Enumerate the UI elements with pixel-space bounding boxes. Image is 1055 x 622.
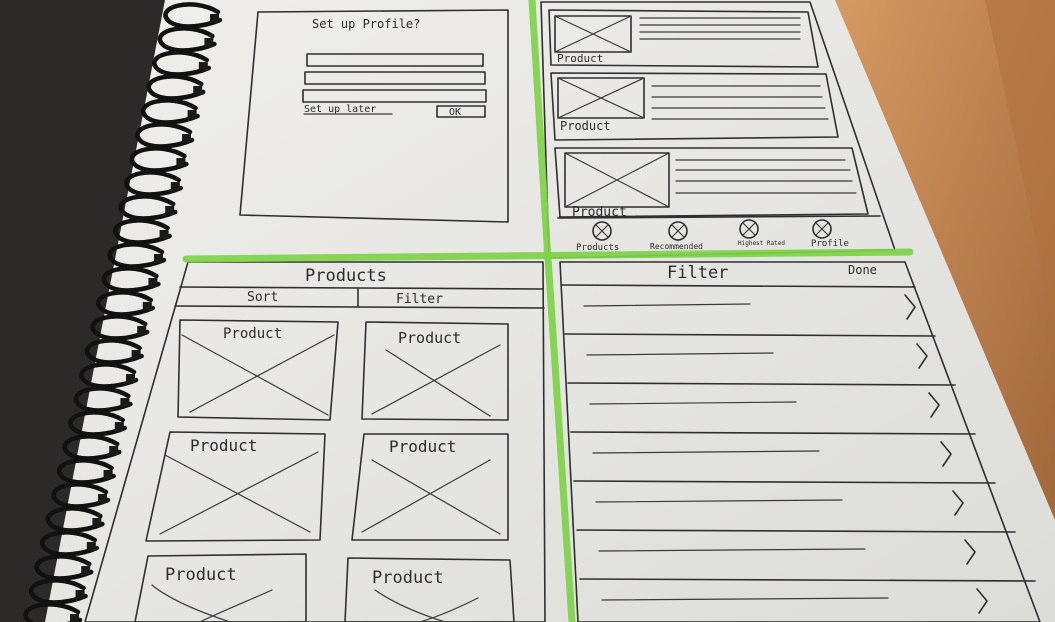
spiral-hole [81,566,91,575]
sort-button[interactable]: Sort [247,290,278,305]
grid-filter-button[interactable]: Filter [396,292,443,307]
product-card-2-label: Product [560,119,611,133]
spiral-hole [170,182,180,191]
tab-recommended-label: Recommended [650,242,703,251]
spiral-hole [103,470,113,479]
spiral-hole [187,110,197,119]
ok-label: OK [449,107,461,118]
spiral-hole [126,374,135,383]
spiral-hole [159,230,169,239]
spiral-hole [75,590,85,599]
spiral-hole [165,206,175,215]
spiral-hole [154,254,163,263]
product-card-1-label: Product [557,52,603,65]
spiral-hole [142,302,152,311]
spiral-hole [204,38,214,47]
setup-later-label: Set up later [304,104,376,115]
spiral-hole [120,398,130,407]
done-button[interactable]: Done [848,263,877,277]
spiral-hole [70,614,79,622]
grid-tile-4-label: Product [389,437,456,456]
setup-title: Set up Profile? [312,17,420,31]
notebook-photo: Set up Profile? Set up later OK Product [0,0,1055,622]
grid-title: Products [305,266,387,286]
spiral-hole [193,86,203,95]
spiral-hole [210,14,219,23]
grid-tile-6-label: Product [372,568,444,588]
spiral-hole [98,494,107,503]
filter-title: Filter [667,263,728,283]
grid-tile-3-label: Product [190,436,257,455]
spiral-hole [182,134,191,143]
tab-highest-rated-label: Highest Rated [738,240,785,247]
spiral-hole [109,446,119,455]
spiral-hole [148,278,158,287]
tab-profile-label: Profile [811,239,849,249]
spiral-hole [131,350,141,359]
spiral-hole [92,518,102,527]
grid-tile-1-label: Product [223,326,282,342]
spiral-hole [137,326,147,335]
grid-tile-5-label: Product [165,565,237,585]
spiral-hole [86,542,96,551]
spiral-hole [176,158,186,167]
spiral-hole [114,422,124,431]
grid-tile-2-label: Product [398,329,461,347]
spiral-hole [198,62,208,71]
